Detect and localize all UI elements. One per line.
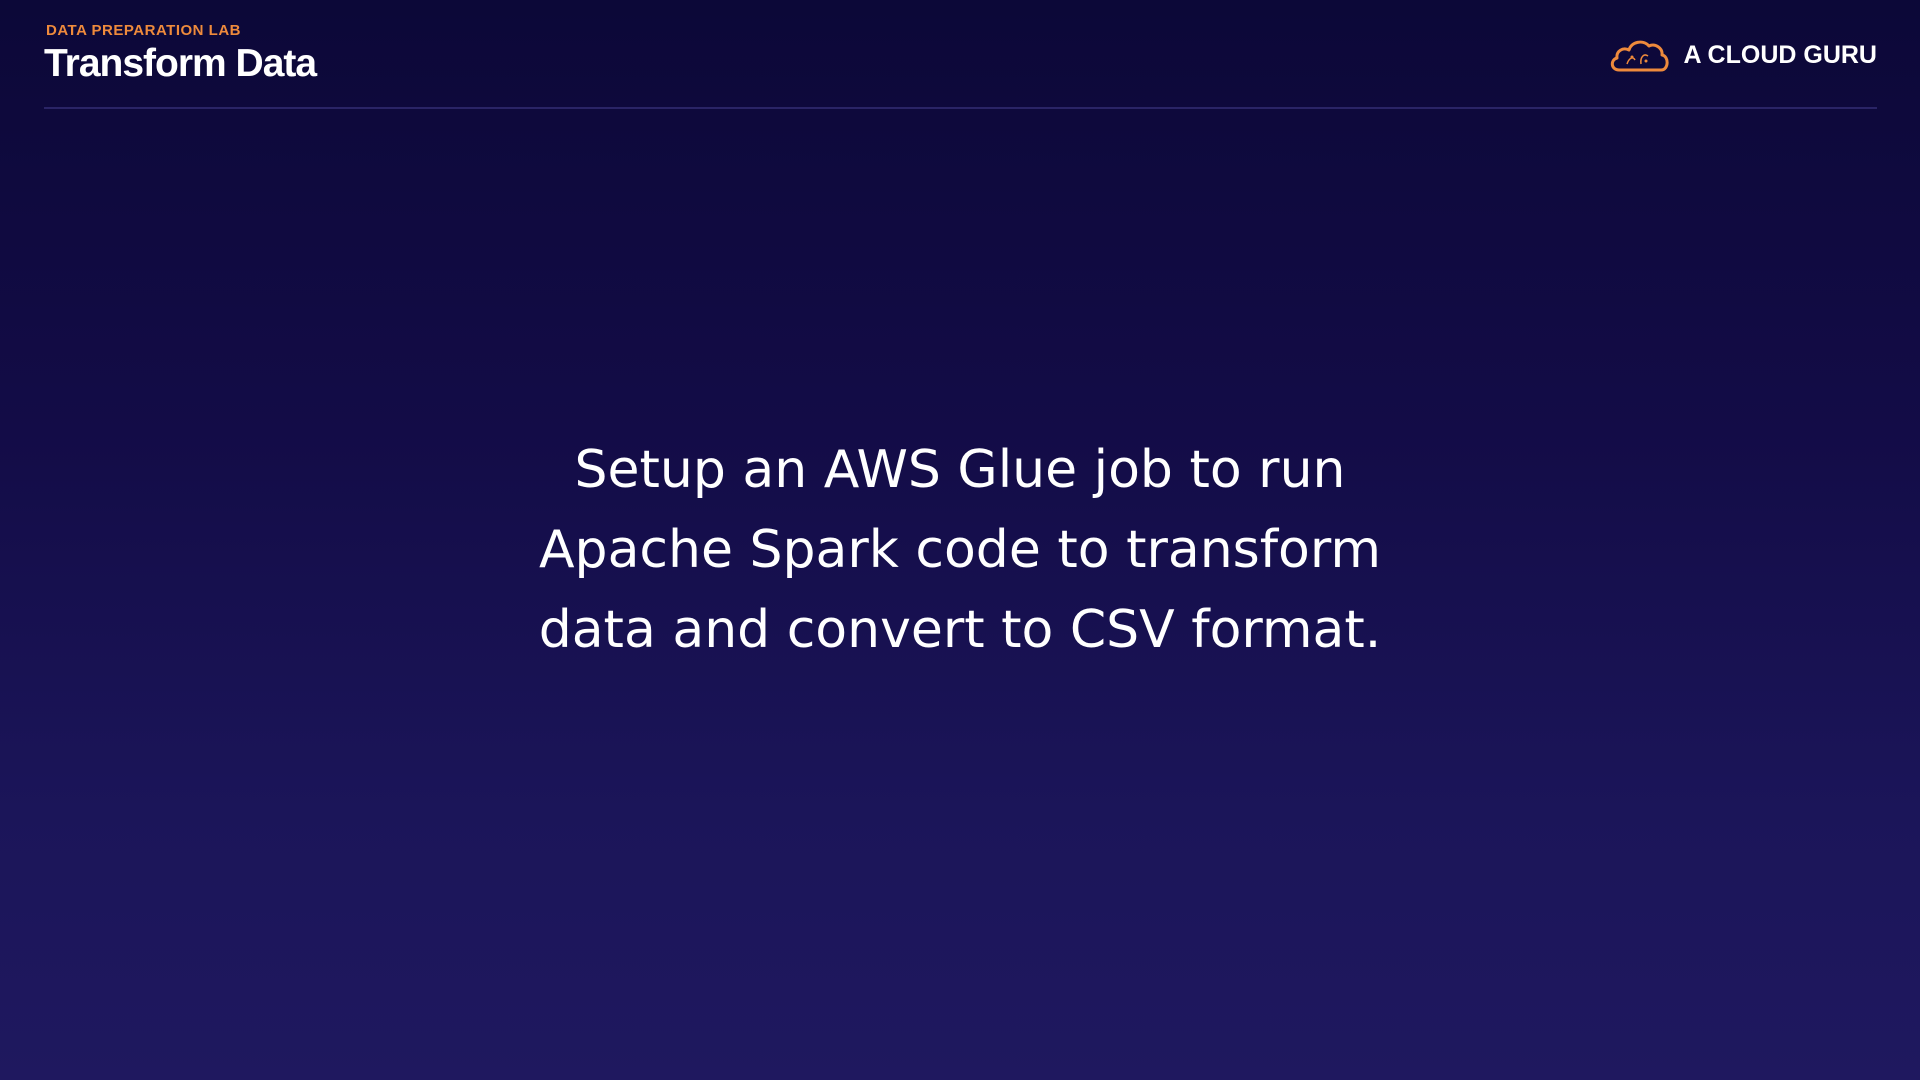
message-line-2: Apache Spark code to transform xyxy=(538,520,1381,580)
message-line-1: Setup an AWS Glue job to run xyxy=(574,440,1346,500)
message-line-3: data and convert to CSV format. xyxy=(538,600,1382,660)
cloud-logo-icon xyxy=(1611,40,1670,72)
header-divider xyxy=(44,107,1877,109)
brand-name: A CLOUD GURU xyxy=(1683,40,1877,69)
brand-logo: A CLOUD GURU xyxy=(1607,32,1877,78)
slide-header: DATA PREPARATION LAB Transform Data A CL… xyxy=(44,0,1877,109)
section-eyebrow: DATA PREPARATION LAB xyxy=(46,22,241,39)
page-title: Transform Data xyxy=(44,42,317,85)
main-message: Setup an AWS Glue job to run Apache Spar… xyxy=(460,430,1460,670)
